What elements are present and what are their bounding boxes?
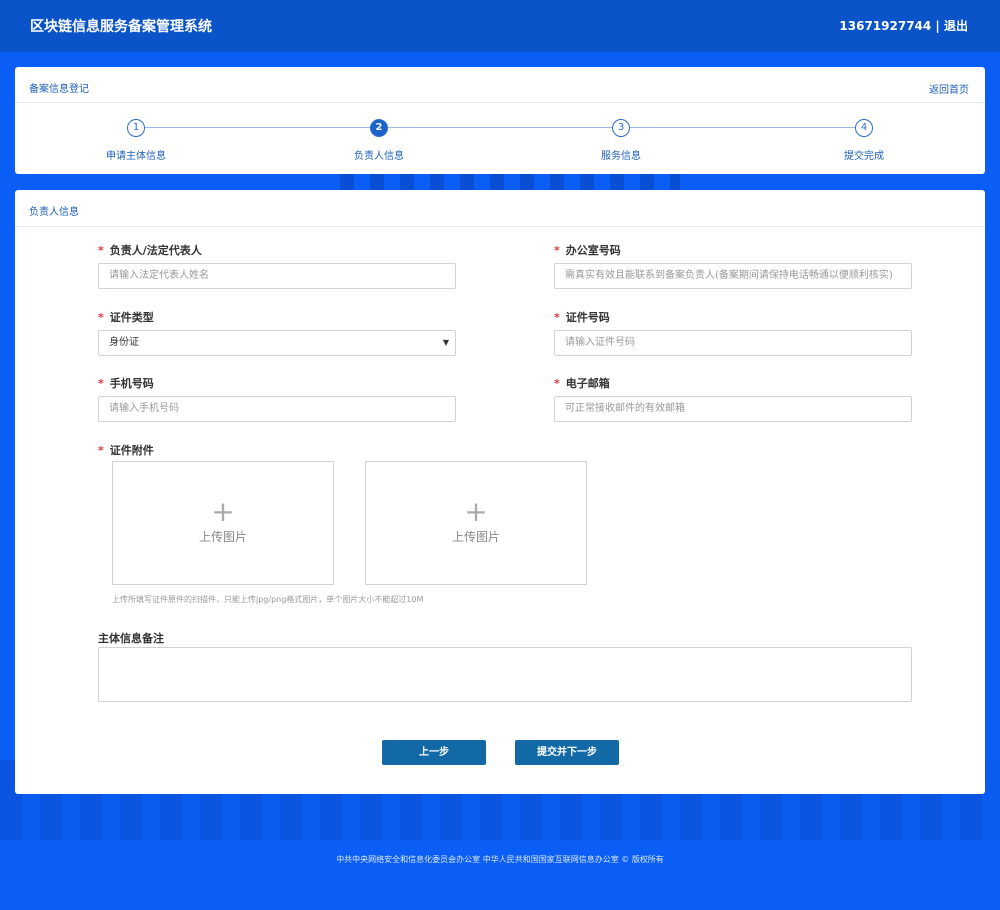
step-1-number: 1	[127, 119, 145, 137]
upload-box-front[interactable]: + 上传图片	[112, 461, 334, 585]
plus-icon: +	[211, 495, 235, 528]
top-bar: 区块链信息服务备案管理系统 13671927744 | 退出	[0, 0, 1000, 52]
dropdown-arrow-icon: ▼	[442, 338, 449, 347]
id-type-value: 身份证	[109, 337, 139, 348]
user-logout-link[interactable]: 13671927744 | 退出	[839, 17, 968, 34]
id-number-field: * 证件号码 请输入证件号码	[554, 309, 912, 356]
email-input[interactable]: 可正常接收邮件的有效邮箱	[554, 396, 912, 422]
remark-label: 主体信息备注	[98, 632, 164, 645]
step-1: 1 申请主体信息	[76, 119, 196, 162]
mobile-field: * 手机号码 请输入手机号码	[98, 375, 456, 422]
upload-label: 上传图片	[198, 530, 247, 544]
plus-icon: +	[464, 495, 488, 528]
steps-card-title: 备案信息登记	[29, 84, 89, 95]
step-2-label: 负责人信息	[354, 151, 404, 162]
id-number-input[interactable]: 请输入证件号码	[554, 330, 912, 356]
legal-rep-input[interactable]: 请输入法定代表人姓名	[98, 263, 456, 289]
step-2-number: 2	[370, 119, 388, 137]
steps-card: 备案信息登记 返回首页 1 申请主体信息 2 负责人信息 3 服务信息 4 提交…	[15, 67, 985, 174]
submit-next-button[interactable]: 提交并下一步	[515, 740, 619, 765]
email-field: * 电子邮箱 可正常接收邮件的有效邮箱	[554, 375, 912, 422]
app-title: 区块链信息服务备案管理系统	[30, 19, 212, 35]
step-3-number: 3	[612, 119, 630, 137]
divider	[15, 102, 985, 103]
step-progress-line	[137, 127, 864, 128]
upload-box-back[interactable]: + 上传图片	[365, 461, 587, 585]
attachment-field: * 证件附件	[98, 442, 456, 458]
step-3-label: 服务信息	[601, 151, 641, 162]
office-phone-field: * 办公室号码 需真实有效且能联系到备案负责人(备案期间请保持电话畅通以便顺利核实…	[554, 242, 912, 289]
email-label: * 电子邮箱	[554, 377, 610, 390]
id-type-label: * 证件类型	[98, 311, 154, 324]
remark-field: 主体信息备注	[98, 630, 456, 646]
mobile-label: * 手机号码	[98, 377, 154, 390]
office-phone-label: * 办公室号码	[554, 244, 621, 257]
step-3: 3 服务信息	[561, 119, 681, 162]
attachment-label: * 证件附件	[98, 444, 154, 457]
step-4-label: 提交完成	[844, 151, 884, 162]
id-type-field: * 证件类型 身份证 ▼	[98, 309, 456, 356]
remark-textarea[interactable]	[98, 647, 912, 702]
step-4: 4 提交完成	[804, 119, 924, 162]
form-card-title: 负责人信息	[29, 207, 79, 218]
footer-copyright: 中共中央网络安全和信息化委员会办公室 中华人民共和国国家互联网信息办公室 © 版…	[336, 855, 664, 864]
id-number-label: * 证件号码	[554, 311, 610, 324]
step-2: 2 负责人信息	[319, 119, 439, 162]
prev-step-button[interactable]: 上一步	[382, 740, 486, 765]
upload-hint: 上传所填写证件原件的扫描件，只能上传jpg/png格式图片，单个图片大小不能超过…	[112, 595, 424, 604]
upload-label: 上传图片	[451, 530, 500, 544]
step-4-number: 4	[855, 119, 873, 137]
step-1-label: 申请主体信息	[106, 151, 166, 162]
form-card: 负责人信息 * 负责人/法定代表人 请输入法定代表人姓名 * 办公室号码 需真实有效…	[15, 190, 985, 794]
office-phone-input[interactable]: 需真实有效且能联系到备案负责人(备案期间请保持电话畅通以便顺利核实)	[554, 263, 912, 289]
legal-rep-label: * 负责人/法定代表人	[98, 244, 202, 257]
mobile-input[interactable]: 请输入手机号码	[98, 396, 456, 422]
legal-rep-field: * 负责人/法定代表人 请输入法定代表人姓名	[98, 242, 456, 289]
id-type-select[interactable]: 身份证 ▼	[98, 330, 456, 356]
divider	[15, 226, 985, 227]
back-home-link[interactable]: 返回首页	[929, 81, 969, 96]
